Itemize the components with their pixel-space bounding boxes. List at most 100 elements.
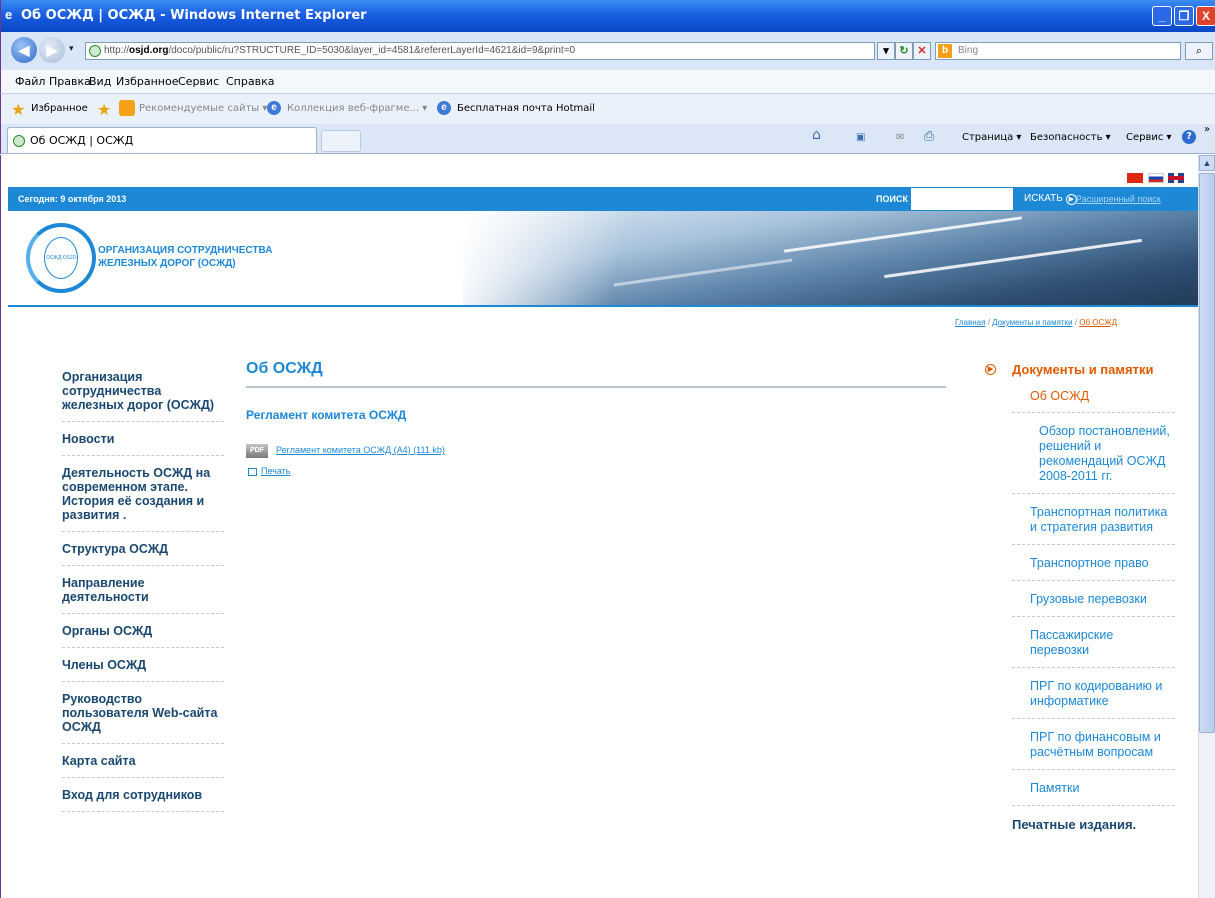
breadcrumb-home[interactable]: Главная — [955, 318, 985, 327]
hotmail-link[interactable]: Бесплатная почта Hotmail — [457, 103, 595, 114]
vertical-scrollbar[interactable]: ▲ — [1198, 155, 1215, 898]
safety-menu[interactable]: Безопасность ▾ — [1030, 132, 1111, 143]
breadcrumb: Главная / Документы и памятки / Об ОСЖД — [955, 318, 1117, 327]
menu-edit[interactable]: Правка — [49, 75, 91, 88]
subnav-item-freight[interactable]: Грузовые перевозки — [1012, 581, 1175, 617]
osjd-logo[interactable]: ОСЖД OSJD — [26, 223, 96, 293]
url-prefix: http:// — [104, 45, 130, 56]
site-search-button-label: ИСКАТЬ — [1024, 193, 1063, 204]
page-menu[interactable]: Страница ▾ — [962, 132, 1021, 143]
tools-menu[interactable]: Сервис ▾ — [1126, 132, 1172, 143]
webslice-gallery-link[interactable]: Коллекция веб-фрагме... ▾ — [287, 103, 427, 114]
subnav-item-finance[interactable]: ПРГ по финансовым и расчётным вопросам — [1012, 719, 1175, 770]
chinese-flag-icon[interactable] — [1127, 173, 1143, 183]
subnav-item-transport-law[interactable]: Транспортное право — [1012, 545, 1175, 581]
advanced-search-link[interactable]: Расширенный поиск — [1076, 194, 1161, 204]
nav-item-members[interactable]: Члены ОСЖД — [62, 658, 224, 682]
nav-item-structure[interactable]: Структура ОСЖД — [62, 542, 224, 566]
maximize-button[interactable]: ❐ — [1174, 6, 1194, 26]
breadcrumb-current[interactable]: Об ОСЖД — [1079, 318, 1117, 327]
more-commands-icon[interactable]: » — [1204, 124, 1210, 135]
light-streak — [613, 258, 793, 287]
ie-app-icon: e — [5, 7, 13, 22]
suggested-sites-icon — [119, 100, 135, 116]
nav-item-staff-login[interactable]: Вход для сотрудников — [62, 788, 224, 812]
english-flag-icon[interactable] — [1168, 173, 1184, 183]
home-icon[interactable]: ⌂ — [812, 127, 821, 143]
subnav-item-transport-policy[interactable]: Транспортная политика и стратегия развит… — [1012, 494, 1175, 545]
nav-item-activity[interactable]: Деятельность ОСЖД на современном этапе. … — [62, 466, 224, 532]
menu-bar: Файл Правка Вид Избранное Сервис Справка — [0, 70, 1215, 94]
menu-tools[interactable]: Сервис — [178, 75, 219, 88]
url-path: /doco/public/ru?STRUCTURE_ID=5030&layer_… — [168, 45, 576, 56]
print-row: Печать — [246, 466, 946, 480]
print-link[interactable]: Печать — [261, 466, 290, 476]
menu-view[interactable]: Вид — [89, 75, 111, 88]
help-icon[interactable]: ? — [1182, 130, 1196, 144]
print-icon[interactable]: ⎙ — [924, 129, 934, 144]
suggested-sites-link[interactable]: Рекомендуемые сайты ▾ — [139, 103, 267, 114]
window-titlebar: e Об ОСЖД | ОСЖД - Windows Internet Expl… — [0, 0, 1215, 32]
refresh-icon[interactable]: ↻ — [895, 42, 913, 60]
breadcrumb-documents[interactable]: Документы и памятки — [992, 318, 1072, 327]
nav-item-print-publications[interactable]: Печатные издания. — [1012, 806, 1175, 832]
logo-text[interactable]: ОРГАНИЗАЦИЯ СОТРУДНИЧЕСТВА ЖЕЛЕЗНЫХ ДОРО… — [98, 244, 272, 270]
logo-line-2: ЖЕЛЕЗНЫХ ДОРОГ (ОСЖД) — [98, 258, 236, 269]
logo-line-1: ОРГАНИЗАЦИЯ СОТРУДНИЧЕСТВА — [98, 245, 273, 256]
subnav-item-passenger[interactable]: Пассажирские перевозки — [1012, 617, 1175, 668]
section-heading-documents[interactable]: ▶ Документы и памятки — [985, 360, 1175, 380]
address-dropdown-icon[interactable]: ▾ — [877, 42, 895, 60]
nav-item-user-guide[interactable]: Руководство пользователя Web-сайта ОСЖД — [62, 692, 224, 744]
search-input[interactable]: b Bing — [935, 42, 1181, 60]
nav-item-news[interactable]: Новости — [62, 432, 224, 456]
site-search-input[interactable] — [910, 187, 1014, 211]
bing-icon: b — [938, 44, 952, 58]
scroll-thumb[interactable] — [1199, 173, 1215, 733]
favorites-bar: ★ Избранное ★ Рекомендуемые сайты ▾ e Ко… — [0, 94, 1215, 124]
search-go-icon[interactable]: ⌕ — [1185, 42, 1213, 60]
search-placeholder: Bing — [958, 45, 979, 56]
page-title: Об ОСЖД — [246, 360, 946, 388]
favorites-star-icon[interactable]: ★ — [11, 100, 25, 120]
favorites-button[interactable]: Избранное — [31, 103, 88, 114]
site-search-button[interactable]: ИСКАТЬ ▶ — [1024, 193, 1077, 205]
feeds-icon[interactable]: ▣ — [856, 132, 865, 143]
train-photo — [463, 211, 1198, 305]
light-streak — [783, 216, 1023, 253]
nav-item-bodies[interactable]: Органы ОСЖД — [62, 624, 224, 648]
new-tab-button[interactable] — [321, 130, 361, 152]
menu-help[interactable]: Справка — [226, 75, 274, 88]
russian-flag-icon[interactable] — [1148, 173, 1164, 183]
back-button[interactable]: ◀ — [11, 37, 37, 63]
mail-icon[interactable]: ✉ — [896, 132, 904, 143]
stop-icon[interactable]: ✕ — [913, 42, 931, 60]
close-window-button[interactable]: X — [1196, 6, 1215, 26]
subnav-item-memos[interactable]: Памятки — [1012, 770, 1175, 806]
section-title: Регламент комитета ОСЖД — [246, 408, 407, 422]
address-toolbar: ◀ ▶ ▾ http://osjd.org/doco/public/ru?STR… — [0, 32, 1215, 70]
url-host: osjd.org — [129, 45, 169, 56]
tab-globe-icon — [13, 135, 25, 147]
tab-active[interactable]: Об ОСЖД | ОСЖД — [7, 127, 317, 153]
minimize-button[interactable]: _ — [1152, 6, 1172, 26]
logo-badge: ОСЖД OSJD — [45, 255, 77, 261]
breadcrumb-separator: / — [1074, 318, 1078, 327]
subnav-item-current[interactable]: Об ОСЖД — [1012, 380, 1175, 413]
recent-pages-dropdown[interactable]: ▾ — [69, 43, 74, 54]
forward-button[interactable]: ▶ — [39, 37, 65, 63]
document-link[interactable]: Регламент комитета ОСЖД (А4) (111 kb) — [276, 445, 445, 455]
menu-file[interactable]: Файл — [15, 75, 45, 88]
nav-item-directions[interactable]: Направление деятельности — [62, 576, 224, 614]
site-banner: ОСЖД OSJD ОРГАНИЗАЦИЯ СОТРУДНИЧЕСТВА ЖЕЛ… — [8, 211, 1198, 307]
nav-item-organization[interactable]: Организация сотрудничества железных доро… — [62, 370, 224, 422]
subnav-item-review[interactable]: Обзор постановлений, решений и рекоменда… — [1012, 413, 1175, 494]
menu-favorites[interactable]: Избранное — [116, 75, 178, 88]
subnav-item-coding[interactable]: ПРГ по кодированию и информатике — [1012, 668, 1175, 719]
add-favorite-icon[interactable]: ★ — [97, 100, 111, 120]
window-title: Об ОСЖД | ОСЖД - Windows Internet Explor… — [21, 8, 367, 23]
nav-item-sitemap[interactable]: Карта сайта — [62, 754, 224, 778]
address-input[interactable]: http://osjd.org/doco/public/ru?STRUCTURE… — [85, 42, 875, 60]
search-label: ПОИСК — [876, 194, 908, 204]
scroll-up-icon[interactable]: ▲ — [1199, 155, 1215, 171]
main-content: Об ОСЖД Регламент комитета ОСЖД PDF Регл… — [246, 360, 946, 480]
